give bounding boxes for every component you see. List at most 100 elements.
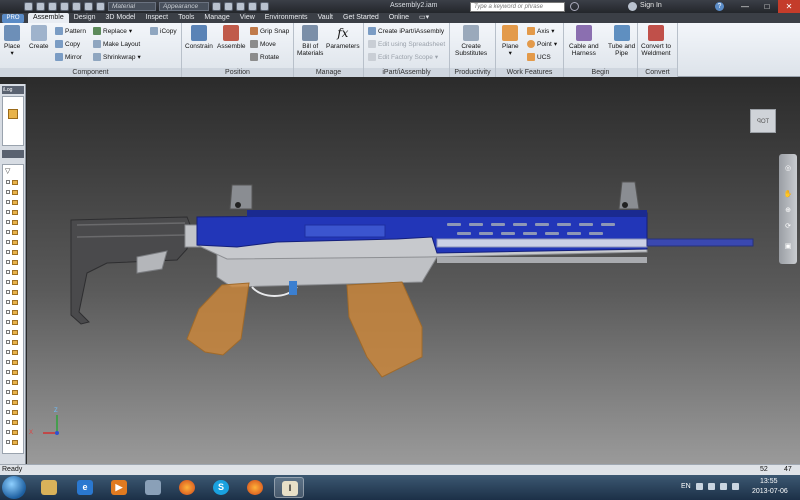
create-substitutes-button[interactable]: Create Substitutes: [455, 25, 487, 57]
tree-item[interactable]: [6, 259, 22, 265]
clear-overrides-icon[interactable]: [236, 2, 245, 11]
expand-icon[interactable]: [6, 320, 10, 324]
mirror-button[interactable]: Mirror: [55, 53, 82, 61]
tree-item[interactable]: [6, 199, 22, 205]
rotate-button[interactable]: Rotate: [250, 53, 279, 61]
tree-item[interactable]: [6, 249, 22, 255]
tree-item[interactable]: [6, 439, 22, 445]
3d-viewport[interactable]: X Z TOP ◎ ✋ ⊕ ⟳ ▣: [27, 77, 800, 464]
ucs-button[interactable]: UCS: [527, 53, 551, 61]
tree-item[interactable]: [6, 299, 22, 305]
expand-icon[interactable]: [6, 430, 10, 434]
viewcube[interactable]: TOP: [750, 109, 776, 133]
orbit-icon[interactable]: ⟳: [783, 222, 793, 230]
ilogic-browser-header[interactable]: iLog: [2, 86, 24, 94]
bill-of-materials-button[interactable]: Bill of Materials: [297, 25, 323, 57]
trigger[interactable]: [289, 281, 297, 295]
appearance-dropdown[interactable]: Appearance: [159, 2, 209, 11]
tab-design[interactable]: Design: [69, 13, 101, 23]
material-dropdown[interactable]: Material: [108, 2, 156, 11]
tree-item[interactable]: [6, 359, 22, 365]
filter-icon[interactable]: ▽: [5, 167, 10, 175]
expand-icon[interactable]: [6, 310, 10, 314]
expand-icon[interactable]: [6, 420, 10, 424]
tab-inspect[interactable]: Inspect: [141, 13, 174, 23]
icopy-button[interactable]: iCopy: [150, 27, 177, 35]
undo-icon[interactable]: [60, 2, 69, 11]
clock-date[interactable]: 2013-07-06: [752, 488, 788, 495]
tree-item[interactable]: [6, 209, 22, 215]
point-button[interactable]: Point ▾: [527, 40, 557, 48]
grip-snap-button[interactable]: Grip Snap: [250, 27, 289, 35]
taskbar-inventor[interactable]: I: [274, 477, 304, 498]
model-browser-header[interactable]: [2, 150, 24, 158]
rifle-model[interactable]: [27, 77, 800, 464]
pan-icon[interactable]: ✋: [783, 190, 793, 198]
tab-get-started[interactable]: Get Started: [338, 13, 384, 23]
tab-online[interactable]: Online: [384, 13, 414, 23]
tree-item[interactable]: [6, 319, 22, 325]
expand-icon[interactable]: [6, 240, 10, 244]
magazine[interactable]: [346, 281, 423, 378]
expand-icon[interactable]: [6, 380, 10, 384]
expand-icon[interactable]: [6, 410, 10, 414]
tree-item[interactable]: [6, 189, 22, 195]
flag-icon[interactable]: [732, 483, 739, 490]
expand-icon[interactable]: [6, 210, 10, 214]
tree-item[interactable]: [6, 279, 22, 285]
tree-item[interactable]: [6, 269, 22, 275]
expand-icon[interactable]: [6, 290, 10, 294]
barrel[interactable]: [646, 238, 754, 247]
tab-vault[interactable]: Vault: [313, 13, 338, 23]
pistol-grip[interactable]: [186, 282, 250, 356]
plane-button[interactable]: Plane ▾: [502, 25, 519, 57]
tree-item[interactable]: [6, 289, 22, 295]
top-picatinny-rail[interactable]: [247, 210, 647, 217]
new-icon[interactable]: [24, 2, 33, 11]
taskbar-ie[interactable]: e: [70, 477, 100, 498]
search-input[interactable]: Type a keyword or phrase: [470, 2, 565, 12]
search-icon[interactable]: [570, 2, 579, 11]
copy-button[interactable]: Copy: [55, 40, 80, 48]
expand-icon[interactable]: [6, 280, 10, 284]
edit-factory-scope-button[interactable]: Edit Factory Scope ▾: [368, 53, 438, 61]
volume-icon[interactable]: [720, 483, 727, 490]
folder-icon[interactable]: [8, 109, 18, 119]
tab-environments[interactable]: Environments: [260, 13, 313, 23]
expand-icon[interactable]: [6, 250, 10, 254]
steering-wheel-icon[interactable]: ◎: [783, 164, 793, 172]
file-menu-button[interactable]: PRO: [2, 14, 24, 23]
tree-item[interactable]: [6, 309, 22, 315]
tree-item[interactable]: [6, 329, 22, 335]
expand-icon[interactable]: [6, 400, 10, 404]
clear-icon[interactable]: [212, 2, 221, 11]
rear-sight[interactable]: [229, 184, 253, 210]
expand-icon[interactable]: [6, 300, 10, 304]
tree-item[interactable]: [6, 369, 22, 375]
ejection-port[interactable]: [304, 224, 386, 238]
taskbar-media-player[interactable]: ▶: [104, 477, 134, 498]
measure-icon[interactable]: [260, 2, 269, 11]
expand-icon[interactable]: [6, 200, 10, 204]
tree-item[interactable]: [6, 219, 22, 225]
axis-button[interactable]: Axis ▾: [527, 27, 555, 35]
open-icon[interactable]: [36, 2, 45, 11]
update-icon[interactable]: [96, 2, 105, 11]
zoom-icon[interactable]: ⊕: [783, 206, 793, 214]
shrinkwrap-button[interactable]: Shrinkwrap ▾: [93, 53, 141, 61]
tree-item[interactable]: [6, 419, 22, 425]
network-icon[interactable]: [708, 483, 715, 490]
help-icon[interactable]: ?: [715, 2, 724, 11]
tab-tools[interactable]: Tools: [173, 13, 199, 23]
expand-icon[interactable]: [6, 390, 10, 394]
expand-icon[interactable]: [6, 260, 10, 264]
close-button[interactable]: ✕: [778, 0, 800, 13]
sign-in-link[interactable]: Sign In: [640, 2, 662, 9]
taskbar-firefox[interactable]: [172, 477, 202, 498]
taskbar-skype[interactable]: S: [206, 477, 236, 498]
edit-spreadsheet-button[interactable]: Edit using Spreadsheet: [368, 40, 445, 48]
constrain-button[interactable]: Constrain: [185, 25, 213, 50]
taskbar-firefox-2[interactable]: [240, 477, 270, 498]
expand-icon[interactable]: [6, 330, 10, 334]
pattern-button[interactable]: Pattern: [55, 27, 86, 35]
